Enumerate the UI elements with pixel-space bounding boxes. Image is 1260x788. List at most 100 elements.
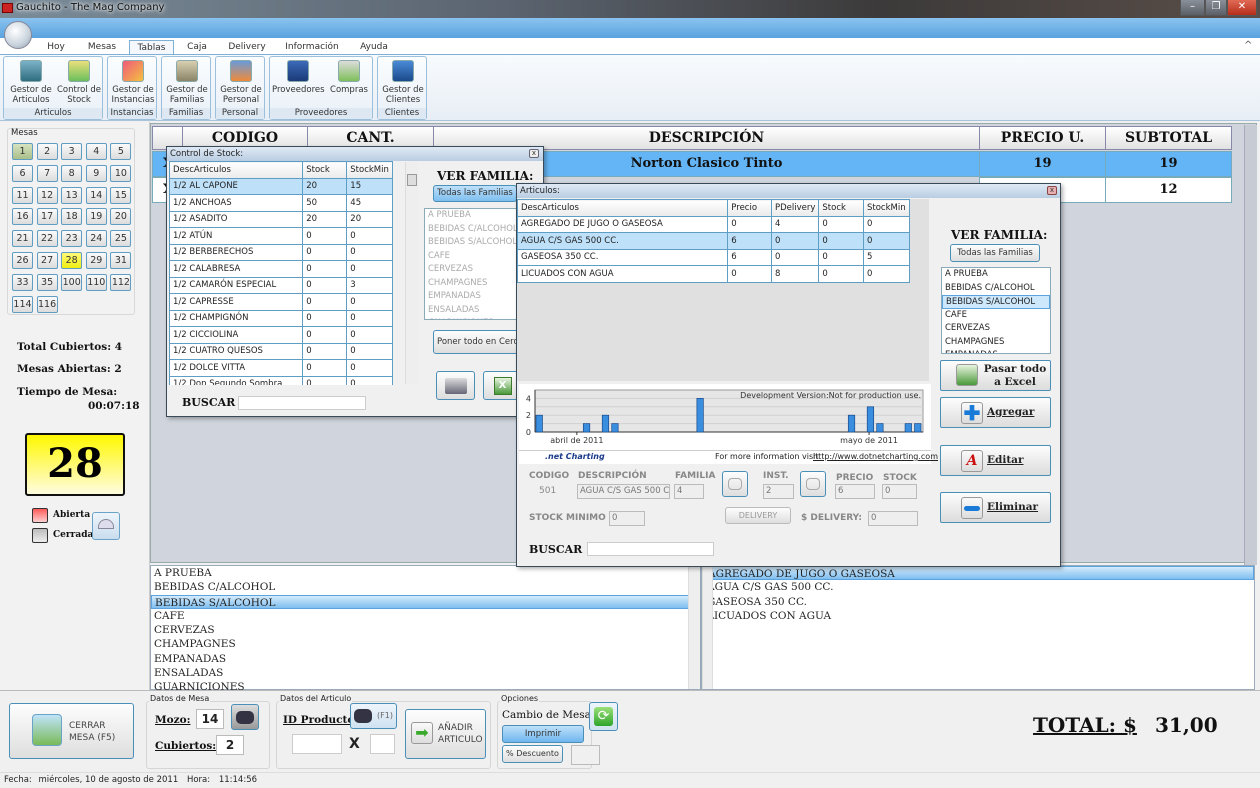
ribbon-collapse-icon[interactable]: ^: [1244, 40, 1252, 51]
articulos-todas-familias-button[interactable]: Todas las Familias: [950, 244, 1040, 262]
close-window-button[interactable]: ✕: [1227, 0, 1257, 16]
stock-cell-stock[interactable]: 0: [302, 342, 348, 360]
mesa-button-17[interactable]: 17: [36, 208, 58, 226]
list-item[interactable]: BEBIDAS S/ALCOHOL: [942, 295, 1050, 309]
mesa-button-29[interactable]: 29: [85, 252, 107, 269]
list-item[interactable]: ENSALADAS: [151, 666, 700, 680]
stock-table-scrollbar[interactable]: [405, 162, 418, 384]
art-cell-desc[interactable]: GASEOSA 350 CC.: [516, 248, 729, 266]
art-cell-desc[interactable]: AGUA C/S GAS 500 CC.: [516, 232, 729, 250]
stock-row[interactable]: 1/2 ASADITO 20 20: [169, 210, 393, 228]
stock-row[interactable]: 1/2 DOLCE VITTA 0 0: [169, 359, 393, 377]
articulos-family-list[interactable]: A PRUEBA BEBIDAS C/ALCOHOL BEBIDAS S/ALCOH…: [941, 267, 1051, 354]
mesa-button-9[interactable]: 9: [85, 164, 107, 182]
stock-cell-stockmin[interactable]: 45: [346, 194, 393, 212]
mesa-button-1[interactable]: 1: [12, 143, 33, 160]
stock-cell-desc[interactable]: 1/2 CAMARÓN ESPECIAL: [169, 276, 304, 294]
stock-todas-familias-button[interactable]: Todas las Familias: [433, 185, 517, 202]
mesa-button-2[interactable]: 2: [36, 143, 58, 160]
stock-cell-stock[interactable]: 0: [302, 375, 348, 385]
tab-ayuda[interactable]: Ayuda: [352, 40, 396, 55]
mesa-button-16[interactable]: 16: [12, 208, 33, 226]
art-cell-desc[interactable]: LICUADOS CON AGUA: [516, 265, 729, 283]
art-cell-pdelivery[interactable]: 0: [770, 248, 820, 266]
cerrar-mesa-button[interactable]: CERRAR MESA (F5): [9, 703, 134, 759]
mesa-button-10[interactable]: 10: [110, 164, 132, 182]
delivery-price-field[interactable]: 0: [868, 511, 918, 526]
stock-col-stock[interactable]: Stock: [302, 161, 348, 179]
stock-family-list[interactable]: A PRUEBA BEBIDAS C/ALCOHOL BEBIDAS S/ALCOH…: [424, 208, 519, 320]
family-list[interactable]: A PRUEBA BEBIDAS C/ALCOHOL BEBIDAS S/ALCOH…: [150, 565, 701, 693]
mesa-button-6[interactable]: 6: [12, 164, 33, 182]
tab-informacion[interactable]: Información: [280, 40, 344, 55]
mesa-button-19[interactable]: 19: [85, 208, 107, 226]
chart-footer-link[interactable]: http://www.dotnetcharting.com: [813, 452, 938, 461]
mesa-button-14[interactable]: 14: [85, 186, 107, 204]
list-item[interactable]: AGUA C/S GAS 500 CC.: [704, 580, 1254, 594]
mesa-button-112[interactable]: 112: [110, 273, 132, 291]
stock-row[interactable]: 1/2 CUATRO QUESOS 0 0: [169, 342, 393, 360]
stock-row[interactable]: 1/2 ANCHOAS 50 45: [169, 194, 393, 212]
articulo-row[interactable]: LICUADOS CON AGUA 0 8 0 0: [516, 265, 911, 283]
list-item[interactable]: CERVEZAS: [151, 623, 700, 637]
stock-row[interactable]: 1/2 CHAMPIGNÓN 0 0: [169, 309, 393, 327]
inst-search-button[interactable]: [800, 471, 826, 497]
art-cell-pdelivery[interactable]: 8: [770, 265, 820, 283]
editar-button[interactable]: A Editar: [940, 445, 1051, 476]
list-item[interactable]: BEBIDAS C/ALCOHOL: [425, 223, 518, 237]
mesa-button-33[interactable]: 33: [12, 273, 33, 291]
stock-cell-stockmin[interactable]: 0: [346, 375, 393, 385]
stock-field[interactable]: 0: [882, 484, 917, 499]
mesa-button-114[interactable]: 114: [12, 295, 33, 313]
articulos-dialog-close-button[interactable]: x: [1047, 186, 1057, 195]
id-producto-input[interactable]: [292, 734, 342, 754]
anadir-articulo-button[interactable]: ➡ AÑADIR ARTICULO: [405, 709, 486, 759]
stock-cell-stock[interactable]: 0: [302, 326, 348, 344]
articulos-col-precio[interactable]: Precio: [727, 199, 772, 217]
art-cell-stockmin[interactable]: 0: [862, 215, 911, 233]
stock-cell-stockmin[interactable]: 15: [346, 177, 393, 195]
list-item[interactable]: EMPANADAS: [425, 290, 518, 304]
stock-minimo-field[interactable]: 0: [609, 511, 645, 526]
mesa-button-25[interactable]: 25: [110, 230, 132, 248]
delivery-button[interactable]: DELIVERY: [725, 507, 791, 524]
stock-cell-stockmin[interactable]: 0: [346, 342, 393, 360]
art-cell-stockmin[interactable]: 0: [862, 265, 911, 283]
stock-row[interactable]: 1/2 CAMARÓN ESPECIAL 0 3: [169, 276, 393, 294]
list-item[interactable]: EMPANADAS: [151, 652, 700, 666]
eliminar-button[interactable]: Eliminar: [940, 492, 1051, 523]
art-cell-stock[interactable]: 0: [818, 265, 864, 283]
stock-cell-stockmin[interactable]: 0: [346, 359, 393, 377]
stock-cell-desc[interactable]: 1/2 DOLCE VITTA: [169, 359, 304, 377]
stock-cell-stock[interactable]: 0: [302, 243, 348, 261]
mesa-button-3[interactable]: 3: [61, 143, 83, 160]
print-button[interactable]: [436, 371, 475, 400]
mesa-button-4[interactable]: 4: [85, 143, 107, 160]
mesa-button-21[interactable]: 21: [12, 230, 33, 248]
mesa-button-27[interactable]: 27: [36, 252, 58, 269]
scroll-thumb[interactable]: [407, 174, 417, 186]
mesa-button-24[interactable]: 24: [85, 230, 107, 248]
stock-row[interactable]: 1/2 CALABRESA 0 0: [169, 260, 393, 278]
list-item[interactable]: CAFE: [151, 609, 700, 623]
inst-field[interactable]: 2: [763, 484, 794, 499]
art-cell-precio[interactable]: 6: [727, 248, 772, 266]
stock-col-desc[interactable]: DescArticulos: [169, 161, 304, 179]
articulos-col-desc[interactable]: DescArticulos: [516, 199, 729, 217]
stock-cell-stock[interactable]: 0: [302, 293, 348, 311]
tab-caja[interactable]: Caja: [178, 40, 216, 55]
art-cell-pdelivery[interactable]: 0: [770, 232, 820, 250]
art-cell-stockmin[interactable]: 5: [862, 248, 911, 266]
list-item[interactable]: GUARNICIONES: [425, 317, 518, 319]
art-cell-stock[interactable]: 0: [818, 248, 864, 266]
art-cell-precio[interactable]: 0: [727, 215, 772, 233]
mesa-button-12[interactable]: 12: [36, 186, 58, 204]
stock-row[interactable]: 1/2 CICCIOLINA 0 0: [169, 326, 393, 344]
stock-row[interactable]: 1/2 CAPRESSE 0 0: [169, 293, 393, 311]
articulo-row[interactable]: GASEOSA 350 CC. 6 0 0 5: [516, 248, 911, 266]
control-stock-button[interactable]: Control de Stock: [54, 60, 104, 105]
mesa-button-5[interactable]: 5: [110, 143, 132, 160]
family-list-scrollbar[interactable]: [688, 566, 700, 689]
stock-row[interactable]: 1/2 ATÚN 0 0: [169, 227, 393, 245]
stock-buscar-input[interactable]: [238, 396, 366, 410]
